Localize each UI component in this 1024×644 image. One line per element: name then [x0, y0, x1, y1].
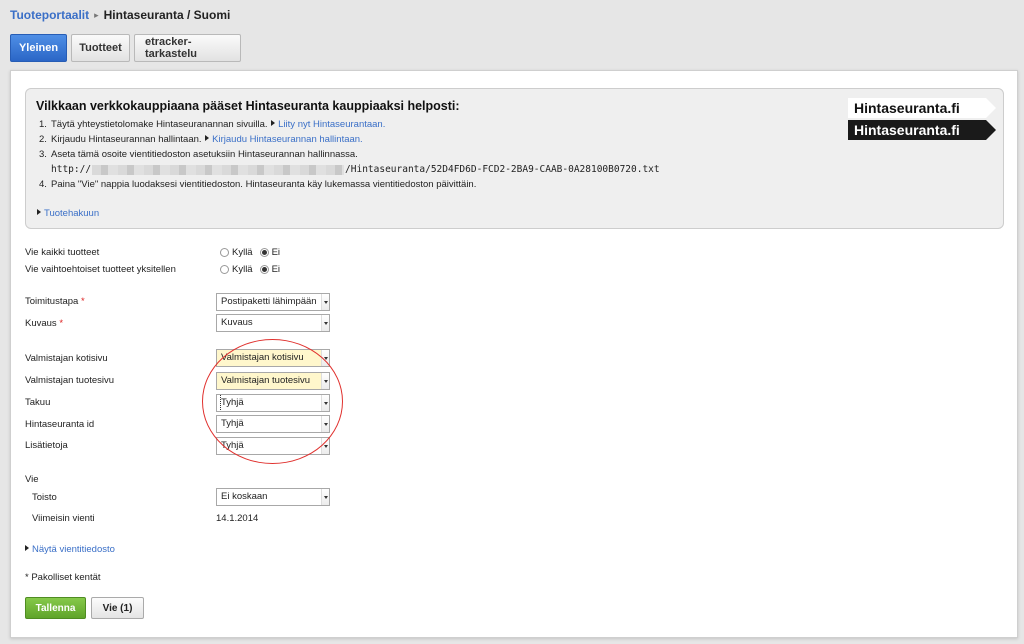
- radio-label: Kyllä: [232, 264, 253, 275]
- step-text: Paina "Vie" nappia luodaksesi vientitied…: [51, 179, 477, 190]
- radio-label: Ei: [271, 247, 281, 258]
- step-number: 3.: [39, 149, 47, 160]
- export-all-radio-group: Kyllä Ei: [216, 247, 280, 258]
- step-text: Kirjaudu Hintaseurannan hallintaan.: [51, 134, 202, 145]
- manufacturer-product-value: Valmistajan tuotesivu: [221, 375, 311, 386]
- description-select[interactable]: Kuvaus: [216, 314, 330, 332]
- tab-products[interactable]: Tuotteet: [71, 34, 130, 62]
- tab-general[interactable]: Yleinen: [10, 34, 67, 62]
- main-panel: Vilkkaan verkkokauppiaana pääset Hintase…: [10, 70, 1018, 638]
- repeat-label: Toisto: [32, 492, 57, 503]
- breadcrumb-parent-link[interactable]: Tuoteportaalit: [10, 8, 89, 22]
- breadcrumb: Tuoteportaalit ▸ Hintaseuranta / Suomi: [10, 8, 230, 22]
- manufacturer-product-select[interactable]: Valmistajan tuotesivu: [216, 372, 330, 390]
- export-button[interactable]: Vie (1): [91, 597, 144, 619]
- manufacturer-home-value: Valmistajan kotisivu: [221, 352, 304, 363]
- repeat-select[interactable]: Ei koskaan: [216, 488, 330, 506]
- warranty-value: Tyhjä: [220, 395, 322, 411]
- steps-list: 1. Täytä yhteystietolomake Hintaseuranann…: [39, 117, 660, 192]
- chevron-down-icon: [321, 438, 329, 454]
- save-button[interactable]: Tallenna: [25, 597, 86, 619]
- step-4: 4. Paina "Vie" nappia luodaksesi vientiti…: [39, 177, 660, 192]
- chevron-down-icon: [321, 294, 329, 310]
- additional-info-label: Lisätietoja: [25, 440, 68, 451]
- chevron-down-icon: [321, 373, 329, 389]
- hintaseuranta-id-select[interactable]: Tyhjä: [216, 415, 330, 433]
- step-1: 1. Täytä yhteystietolomake Hintaseuranann…: [39, 117, 660, 132]
- chevron-down-icon: [321, 489, 329, 505]
- breadcrumb-separator-icon: ▸: [94, 9, 99, 20]
- export-section-label: Vie: [25, 474, 39, 485]
- required-fields-note: * Pakolliset kentät: [25, 572, 101, 583]
- arrow-right-icon: [37, 209, 41, 215]
- chevron-down-icon: [321, 315, 329, 331]
- export-variants-yes-radio[interactable]: [220, 265, 229, 274]
- arrow-right-icon: [25, 545, 29, 551]
- step-number: 2.: [39, 134, 47, 145]
- last-export-label: Viimeisin vienti: [32, 513, 95, 524]
- url-suffix: /Hintaseuranta/52D4FD6D-FCD2-2BA9-CAAB-0…: [345, 164, 660, 175]
- delivery-label: Toimitustapa *: [25, 296, 85, 307]
- url-prefix: http://: [51, 164, 92, 175]
- chevron-down-icon: [321, 395, 329, 411]
- product-search-link[interactable]: Tuotehakuun: [36, 208, 99, 219]
- description-label-text: Kuvaus: [25, 318, 57, 329]
- show-export-file-label: Näytä vientitiedosto: [32, 544, 115, 555]
- repeat-value: Ei koskaan: [221, 491, 268, 502]
- manufacturer-home-label: Valmistajan kotisivu: [25, 353, 108, 364]
- description-label: Kuvaus *: [25, 318, 63, 329]
- logo-text: Hintaseuranta.fi: [848, 98, 986, 118]
- chevron-down-icon: [321, 350, 329, 366]
- additional-info-value: Tyhjä: [221, 440, 244, 451]
- delivery-label-text: Toimitustapa: [25, 296, 79, 307]
- info-box: Vilkkaan verkkokauppiaana pääset Hintase…: [25, 88, 1004, 229]
- tab-etracker[interactable]: etracker-tarkastelu: [134, 34, 241, 62]
- manufacturer-home-select[interactable]: Valmistajan kotisivu: [216, 349, 330, 367]
- export-variants-no-radio[interactable]: [259, 265, 269, 274]
- login-link[interactable]: Kirjaudu Hintaseurannan hallintaan.: [212, 134, 363, 145]
- step-2: 2. Kirjaudu Hintaseurannan hallintaan. Ki…: [39, 132, 660, 147]
- last-export-value: 14.1.2014: [216, 513, 259, 524]
- hintaseuranta-id-label: Hintaseuranta id: [25, 419, 95, 430]
- hintaseuranta-logo-light: Hintaseuranta.fi: [848, 98, 996, 118]
- show-export-file-link[interactable]: Näytä vientitiedosto: [25, 544, 115, 555]
- export-variants-radio-group: Kyllä Ei: [216, 264, 280, 275]
- step-number: 4.: [39, 179, 47, 190]
- tab-bar: Yleinen Tuotteet etracker-tarkastelu: [10, 34, 241, 62]
- delivery-value: Postipaketti lähimpään: [221, 296, 317, 307]
- info-heading: Vilkkaan verkkokauppiaana pääset Hintase…: [36, 99, 460, 113]
- export-url: http:// /Hintaseuranta/52D4FD6D-FCD2-2BA…: [39, 162, 660, 177]
- radio-label: Ei: [271, 264, 281, 275]
- export-variants-label: Vie vaihtoehtoiset tuotteet yksitellen: [25, 264, 176, 275]
- description-value: Kuvaus: [221, 317, 253, 328]
- manufacturer-product-label: Valmistajan tuotesivu: [25, 375, 115, 386]
- additional-info-select[interactable]: Tyhjä: [216, 437, 330, 455]
- warranty-label: Takuu: [25, 397, 51, 408]
- arrow-right-icon: [271, 120, 276, 126]
- step-number: 1.: [39, 119, 47, 130]
- warranty-select[interactable]: Tyhjä: [216, 394, 330, 412]
- hintaseuranta-id-value: Tyhjä: [221, 418, 244, 429]
- step-text: Aseta tämä osoite vientitiedoston asetuk…: [51, 149, 358, 160]
- step-3: 3. Aseta tämä osoite vientitiedoston aset…: [39, 147, 660, 162]
- chevron-down-icon: [321, 416, 329, 432]
- export-all-label: Vie kaikki tuotteet: [25, 247, 100, 258]
- arrow-right-icon: [205, 135, 210, 141]
- export-all-yes-radio[interactable]: [220, 248, 229, 257]
- radio-label: Kyllä: [232, 247, 253, 258]
- export-all-no-radio[interactable]: [259, 248, 269, 257]
- join-link[interactable]: Liity nyt Hintaseurantaan.: [278, 119, 385, 130]
- redacted-domain: [92, 164, 345, 175]
- breadcrumb-current: Hintaseuranta / Suomi: [103, 8, 231, 22]
- hintaseuranta-logo-dark: Hintaseuranta.fi: [848, 120, 996, 140]
- required-marker: *: [80, 296, 85, 307]
- delivery-select[interactable]: Postipaketti lähimpään: [216, 293, 330, 311]
- product-search-label: Tuotehakuun: [44, 208, 100, 219]
- logo-text: Hintaseuranta.fi: [848, 120, 986, 140]
- required-marker: *: [59, 318, 64, 329]
- step-text: Täytä yhteystietolomake Hintaseuranannan…: [51, 119, 268, 130]
